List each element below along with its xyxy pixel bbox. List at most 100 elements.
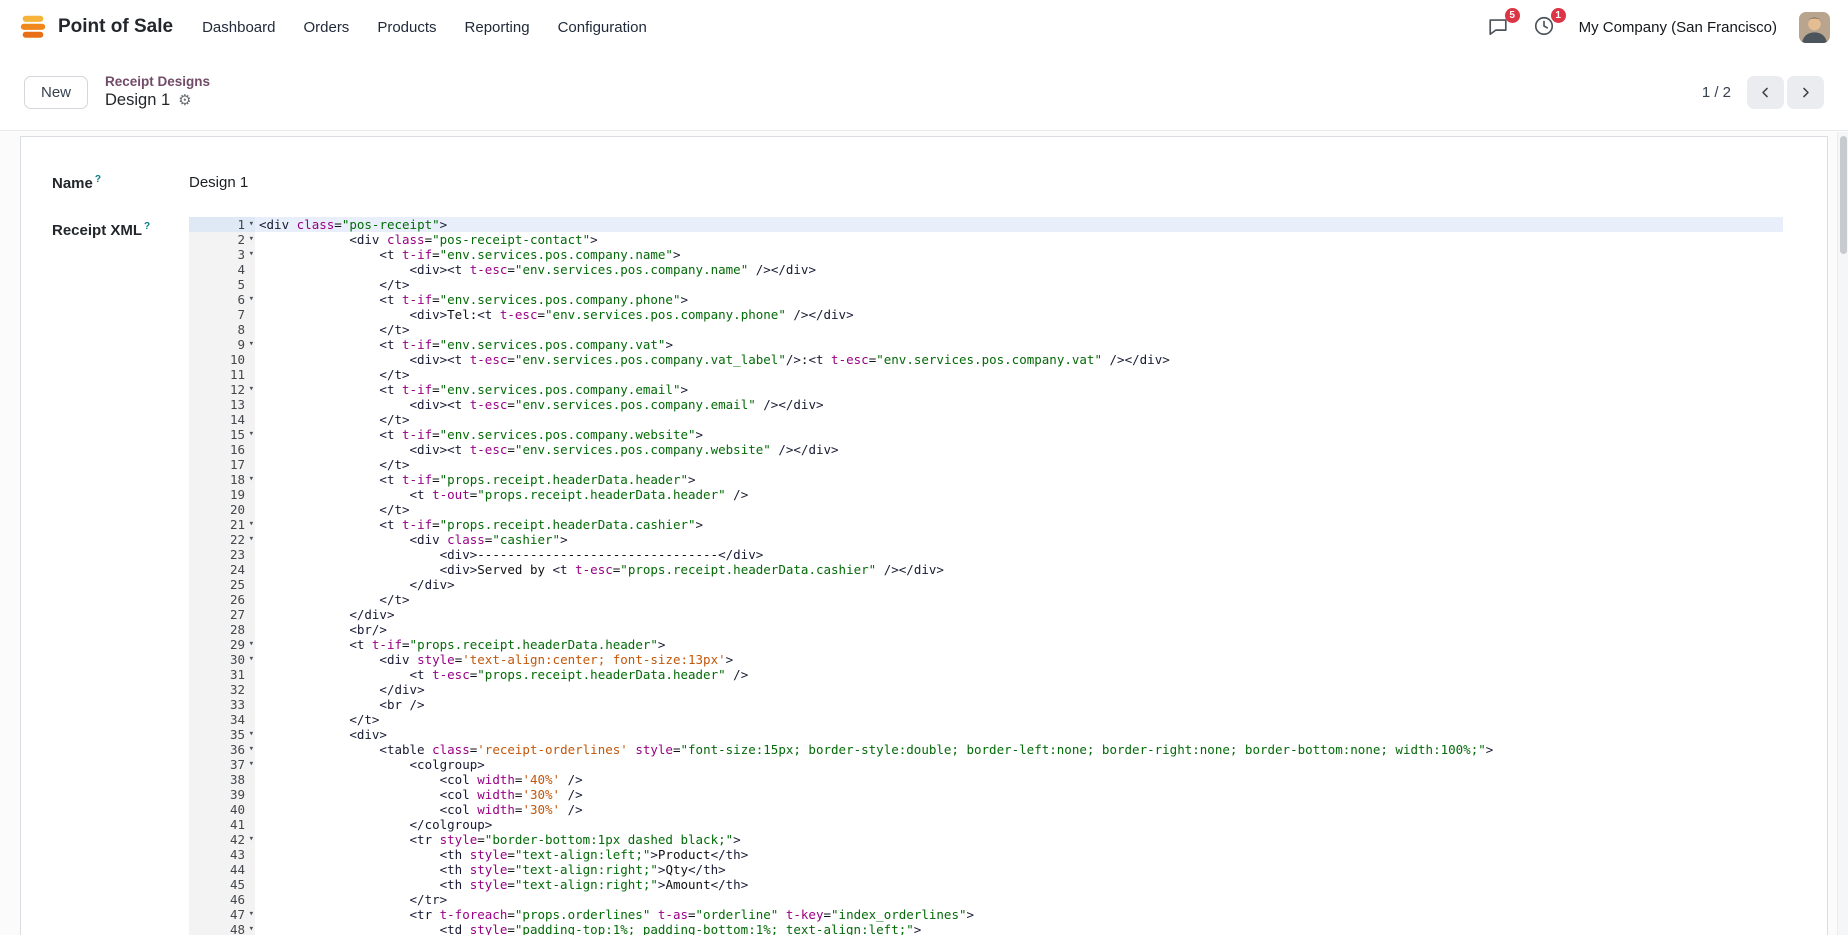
line-number[interactable]: 7 [189,307,255,322]
scrollbar-thumb[interactable] [1840,136,1847,254]
fold-arrow-icon[interactable]: ▾ [249,473,254,486]
editor-row[interactable]: 7 <div>Tel:<t t-esc="env.services.pos.co… [189,307,1783,322]
line-number[interactable]: 1▾ [189,217,255,232]
line-number[interactable]: 28 [189,622,255,637]
editor-code-line[interactable]: <th style="text-align:left;">Product</th… [255,847,1783,862]
editor-row[interactable]: 21▾ <t t-if="props.receipt.headerData.ca… [189,517,1783,532]
editor-code-line[interactable]: <table class='receipt-orderlines' style=… [255,742,1783,757]
editor-code-line[interactable]: <col width='30%' /> [255,787,1783,802]
editor-code-line[interactable]: <td style="padding-top:1%; padding-botto… [255,922,1783,935]
editor-code-line[interactable]: <div>--------------------------------</d… [255,547,1783,562]
editor-code-line[interactable]: <div>Served by <t t-esc="props.receipt.h… [255,562,1783,577]
editor-code-line[interactable]: <div style='text-align:center; font-size… [255,652,1783,667]
line-number[interactable]: 48▾ [189,922,255,935]
line-number[interactable]: 4 [189,262,255,277]
editor-row[interactable]: 2▾ <div class="pos-receipt-contact"> [189,232,1783,247]
company-switcher[interactable]: My Company (San Francisco) [1579,19,1777,36]
editor-row[interactable]: 30▾ <div style='text-align:center; font-… [189,652,1783,667]
xml-code-editor[interactable]: 1▾<div class="pos-receipt">2▾ <div class… [189,217,1783,935]
editor-row[interactable]: 14 </t> [189,412,1783,427]
editor-row[interactable]: 32 </div> [189,682,1783,697]
line-number[interactable]: 30▾ [189,652,255,667]
editor-row[interactable]: 25 </div> [189,577,1783,592]
line-number[interactable]: 38 [189,772,255,787]
line-number[interactable]: 13 [189,397,255,412]
fold-arrow-icon[interactable]: ▾ [249,518,254,531]
editor-row[interactable]: 3▾ <t t-if="env.services.pos.company.nam… [189,247,1783,262]
editor-row[interactable]: 1▾<div class="pos-receipt"> [189,217,1783,232]
editor-row[interactable]: 28 <br/> [189,622,1783,637]
editor-row[interactable]: 19 <t t-out="props.receipt.headerData.he… [189,487,1783,502]
editor-row[interactable]: 38 <col width='40%' /> [189,772,1783,787]
menu-item-dashboard[interactable]: Dashboard [189,11,288,44]
new-button[interactable]: New [24,76,88,109]
fold-arrow-icon[interactable]: ▾ [249,338,254,351]
menu-item-orders[interactable]: Orders [290,11,362,44]
fold-arrow-icon[interactable]: ▾ [249,653,254,666]
editor-code-line[interactable]: </t> [255,277,1783,292]
fold-arrow-icon[interactable]: ▾ [249,533,254,546]
fold-arrow-icon[interactable]: ▾ [249,743,254,756]
line-number[interactable]: 6▾ [189,292,255,307]
editor-code-line[interactable]: <t t-if="props.receipt.headerData.header… [255,472,1783,487]
action-gear-icon[interactable]: ⚙ [178,93,191,108]
line-number[interactable]: 11 [189,367,255,382]
line-number[interactable]: 36▾ [189,742,255,757]
editor-code-line[interactable]: <div> [255,727,1783,742]
editor-row[interactable]: 45 <th style="text-align:right;">Amount<… [189,877,1783,892]
editor-code-line[interactable]: <t t-if="env.services.pos.company.phone"… [255,292,1783,307]
line-number[interactable]: 40 [189,802,255,817]
menu-item-products[interactable]: Products [364,11,449,44]
editor-code-line[interactable]: <div><t t-esc="env.services.pos.company.… [255,397,1783,412]
editor-code-line[interactable]: <div><t t-esc="env.services.pos.company.… [255,442,1783,457]
name-help-icon[interactable]: ? [95,174,101,185]
editor-row[interactable]: 44 <th style="text-align:right;">Qty</th… [189,862,1783,877]
editor-row[interactable]: 34 </t> [189,712,1783,727]
editor-row[interactable]: 8 </t> [189,322,1783,337]
line-number[interactable]: 46 [189,892,255,907]
line-number[interactable]: 26 [189,592,255,607]
editor-row[interactable]: 31 <t t-esc="props.receipt.headerData.he… [189,667,1783,682]
line-number[interactable]: 5 [189,277,255,292]
line-number[interactable]: 10 [189,352,255,367]
editor-code-line[interactable]: <t t-if="env.services.pos.company.email"… [255,382,1783,397]
line-number[interactable]: 39 [189,787,255,802]
line-number[interactable]: 43 [189,847,255,862]
line-number[interactable]: 23 [189,547,255,562]
editor-code-line[interactable]: <t t-if="env.services.pos.company.name"> [255,247,1783,262]
editor-code-line[interactable]: <t t-if="props.receipt.headerData.cashie… [255,517,1783,532]
editor-row[interactable]: 29▾ <t t-if="props.receipt.headerData.he… [189,637,1783,652]
editor-code-line[interactable]: <t t-if="env.services.pos.company.websit… [255,427,1783,442]
editor-code-line[interactable]: <div class="pos-receipt"> [255,217,1783,232]
line-number[interactable]: 32 [189,682,255,697]
line-number[interactable]: 24 [189,562,255,577]
editor-code-line[interactable]: <t t-esc="props.receipt.headerData.heade… [255,667,1783,682]
line-number[interactable]: 42▾ [189,832,255,847]
line-number[interactable]: 18▾ [189,472,255,487]
editor-row[interactable]: 47▾ <tr t-foreach="props.orderlines" t-a… [189,907,1783,922]
fold-arrow-icon[interactable]: ▾ [249,248,254,261]
editor-row[interactable]: 9▾ <t t-if="env.services.pos.company.vat… [189,337,1783,352]
fold-arrow-icon[interactable]: ▾ [249,908,254,921]
editor-row[interactable]: 5 </t> [189,277,1783,292]
line-number[interactable]: 9▾ [189,337,255,352]
fold-arrow-icon[interactable]: ▾ [249,833,254,846]
editor-row[interactable]: 20 </t> [189,502,1783,517]
line-number[interactable]: 33 [189,697,255,712]
line-number[interactable]: 47▾ [189,907,255,922]
line-number[interactable]: 35▾ [189,727,255,742]
line-number[interactable]: 19 [189,487,255,502]
editor-code-line[interactable]: <div><t t-esc="env.services.pos.company.… [255,352,1783,367]
editor-code-line[interactable]: <div class="pos-receipt-contact"> [255,232,1783,247]
editor-code-line[interactable]: <th style="text-align:right;">Amount</th… [255,877,1783,892]
editor-row[interactable]: 18▾ <t t-if="props.receipt.headerData.he… [189,472,1783,487]
editor-row[interactable]: 23 <div>--------------------------------… [189,547,1783,562]
editor-code-line[interactable]: <th style="text-align:right;">Qty</th> [255,862,1783,877]
editor-row[interactable]: 17 </t> [189,457,1783,472]
fold-arrow-icon[interactable]: ▾ [249,638,254,651]
line-number[interactable]: 16 [189,442,255,457]
app-title[interactable]: Point of Sale [58,16,173,38]
editor-row[interactable]: 40 <col width='30%' /> [189,802,1783,817]
pager-previous-button[interactable] [1747,76,1784,109]
editor-code-line[interactable]: </div> [255,577,1783,592]
